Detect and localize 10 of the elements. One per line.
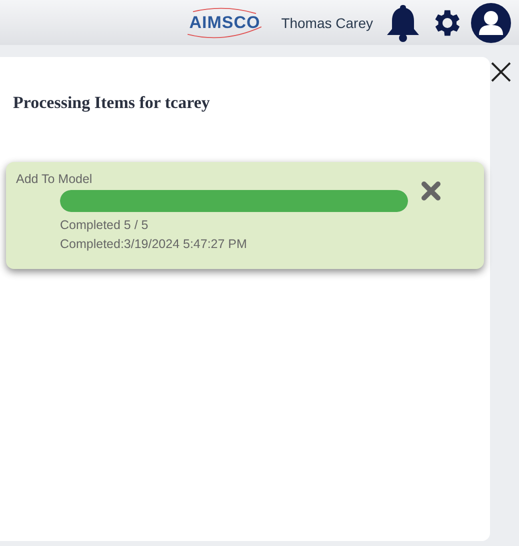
- user-name: Thomas Carey: [281, 14, 373, 30]
- job-completed-time: Completed:3/19/2024 5:47:27 PM: [60, 237, 248, 251]
- job-name: Add To Model: [16, 172, 94, 186]
- bell-icon[interactable]: [385, 2, 421, 42]
- panel-title: Processing Items for tcarey: [13, 93, 211, 113]
- dismiss-icon[interactable]: [420, 180, 442, 202]
- logo: AIMSCO: [184, 6, 266, 40]
- job-count: Completed 5 / 5: [60, 218, 150, 232]
- user-avatar-icon[interactable]: [471, 2, 511, 42]
- close-icon[interactable]: [490, 61, 512, 83]
